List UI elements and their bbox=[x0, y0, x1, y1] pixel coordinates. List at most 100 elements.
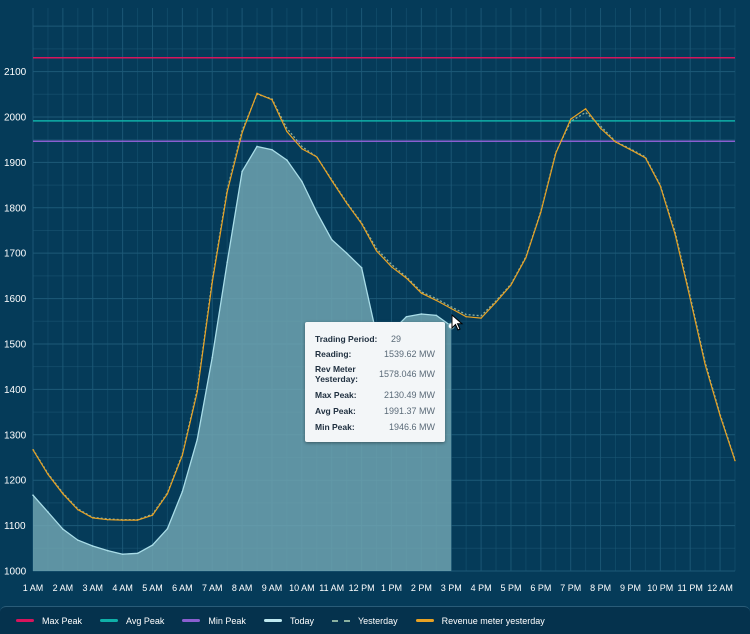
x-tick-label: 9 PM bbox=[620, 583, 641, 593]
data-point-revenue-meter bbox=[689, 297, 691, 300]
tooltip-label: Min Peak: bbox=[315, 422, 355, 432]
x-tick-label: 11 PM bbox=[678, 583, 703, 593]
y-tick-label: 2000 bbox=[4, 112, 27, 123]
tooltip-value: 1539.62 MW bbox=[383, 349, 435, 359]
legend-item[interactable]: Max Peak bbox=[16, 616, 82, 626]
legend-label: Avg Peak bbox=[126, 615, 165, 626]
data-point-today bbox=[256, 145, 258, 148]
data-point-today bbox=[32, 494, 34, 496]
legend-item[interactable]: Revenue meter yesterday bbox=[415, 615, 545, 626]
data-point-today bbox=[405, 315, 408, 318]
x-tick-label: 10 PM bbox=[647, 583, 673, 593]
data-point-today bbox=[286, 159, 288, 161]
data-point-today bbox=[136, 552, 139, 555]
data-point-revenue-meter bbox=[166, 493, 169, 495]
x-tick-label: 3 PM bbox=[441, 583, 462, 593]
x-tick-label: 7 PM bbox=[560, 583, 581, 593]
data-point-today bbox=[62, 528, 64, 531]
legend-item[interactable]: Today bbox=[263, 615, 314, 626]
data-point-revenue-meter bbox=[301, 148, 303, 150]
x-tick-label: 6 AM bbox=[172, 583, 193, 593]
data-point-revenue-meter bbox=[77, 509, 79, 511]
data-point-revenue-meter bbox=[316, 156, 318, 158]
data-point-revenue-meter bbox=[704, 363, 706, 366]
tooltip-row-rev-meter: Rev Meter Yesterday: 1578.046 MW bbox=[315, 364, 435, 384]
tooltip-label: Reading: bbox=[315, 349, 352, 359]
data-point-today bbox=[91, 545, 94, 547]
tooltip-row-reading: Reading: 1539.62 MW bbox=[315, 349, 435, 359]
data-point-revenue-meter bbox=[495, 301, 497, 303]
legend-label: Revenue meter yesterday bbox=[441, 615, 545, 626]
legend-swatch bbox=[415, 619, 434, 622]
data-point-revenue-meter bbox=[540, 211, 542, 214]
x-tick-label: 1 AM bbox=[23, 583, 44, 593]
x-tick-label: 10 AM bbox=[289, 583, 315, 593]
legend-label: Today bbox=[289, 615, 314, 626]
x-tick-label: 2 PM bbox=[411, 583, 432, 593]
data-point-today bbox=[47, 511, 49, 513]
x-tick-label: 8 PM bbox=[590, 583, 611, 593]
x-tick-label: 9 AM bbox=[262, 583, 283, 593]
tooltip-value: 1946.6 MW bbox=[388, 422, 435, 432]
x-tick-label: 2 AM bbox=[53, 583, 74, 593]
data-point-revenue-meter bbox=[659, 185, 662, 187]
legend-item[interactable]: Min Peak bbox=[182, 616, 246, 626]
data-point-revenue-meter bbox=[47, 473, 49, 475]
data-point-today bbox=[271, 148, 273, 151]
x-tick-label: 4 AM bbox=[112, 583, 133, 593]
data-point-revenue-meter bbox=[151, 514, 154, 516]
data-point-revenue-meter bbox=[106, 518, 109, 521]
legend-item[interactable]: Yesterday bbox=[331, 615, 398, 626]
data-point-revenue-meter bbox=[181, 454, 184, 456]
data-point-revenue-meter bbox=[375, 250, 378, 252]
data-point-revenue-meter bbox=[405, 277, 408, 279]
data-point-revenue-meter bbox=[719, 415, 721, 417]
data-point-revenue-meter bbox=[644, 157, 647, 159]
data-point-today bbox=[181, 490, 184, 493]
data-point-revenue-meter bbox=[62, 493, 64, 495]
data-point-revenue-meter bbox=[525, 257, 527, 259]
data-point-today bbox=[196, 438, 199, 441]
tooltip-value: 29 bbox=[390, 334, 401, 344]
y-tick-label: 1400 bbox=[4, 385, 27, 396]
y-tick-label: 1100 bbox=[4, 521, 26, 532]
legend: Max Peak Avg Peak Min Peak Today Yesterday Re… bbox=[0, 606, 750, 634]
tooltip-value: 2130.49 MW bbox=[383, 390, 435, 400]
tooltip-row-max-peak: Max Peak: 2130.49 MW bbox=[315, 390, 435, 400]
y-tick-label: 1700 bbox=[4, 249, 27, 260]
data-point-revenue-meter bbox=[345, 202, 348, 204]
x-tick-label: 6 PM bbox=[530, 583, 551, 593]
data-point-revenue-meter bbox=[211, 281, 213, 284]
data-point-revenue-meter bbox=[480, 317, 482, 319]
data-point-revenue-meter bbox=[510, 284, 512, 286]
data-point-revenue-meter bbox=[32, 449, 34, 451]
tooltip-value: 1578.046 MW bbox=[378, 369, 435, 379]
tooltip-label: Trading Period: bbox=[315, 334, 378, 344]
tooltip-label: Rev Meter Yesterday: bbox=[315, 364, 358, 384]
x-tick-label: 3 AM bbox=[82, 583, 103, 593]
data-point-today bbox=[435, 314, 438, 317]
data-point-today bbox=[77, 539, 79, 541]
data-point-today bbox=[241, 170, 243, 173]
y-tick-label: 1600 bbox=[4, 294, 27, 305]
legend-item[interactable]: Avg Peak bbox=[100, 616, 164, 626]
data-point-revenue-meter bbox=[584, 108, 587, 110]
legend-swatch bbox=[100, 619, 119, 622]
tooltip: Trading Period: 29 Reading: 1539.62 MW R… bbox=[305, 322, 445, 442]
x-tick-label: 5 AM bbox=[142, 583, 163, 593]
data-point-revenue-meter bbox=[92, 517, 94, 519]
tooltip-row-trading-period: Trading Period: 29 bbox=[315, 334, 435, 344]
y-tick-label: 1500 bbox=[4, 339, 27, 350]
data-point-today bbox=[121, 553, 124, 556]
legend-swatch bbox=[16, 619, 34, 622]
chart[interactable]: 1000 1100 1200 1300 1400 1500 1600 1700 1800 1900… bbox=[0, 0, 750, 606]
legend-swatch bbox=[331, 619, 350, 622]
legend-label: Yesterday bbox=[357, 615, 398, 626]
data-point-today bbox=[151, 544, 154, 546]
data-point-revenue-meter bbox=[121, 519, 124, 521]
y-tick-label: 1300 bbox=[4, 430, 27, 441]
data-point-revenue-meter bbox=[226, 191, 228, 193]
legend-label: Min Peak bbox=[208, 615, 246, 626]
data-point-today bbox=[315, 211, 318, 214]
data-point-today bbox=[420, 313, 423, 315]
